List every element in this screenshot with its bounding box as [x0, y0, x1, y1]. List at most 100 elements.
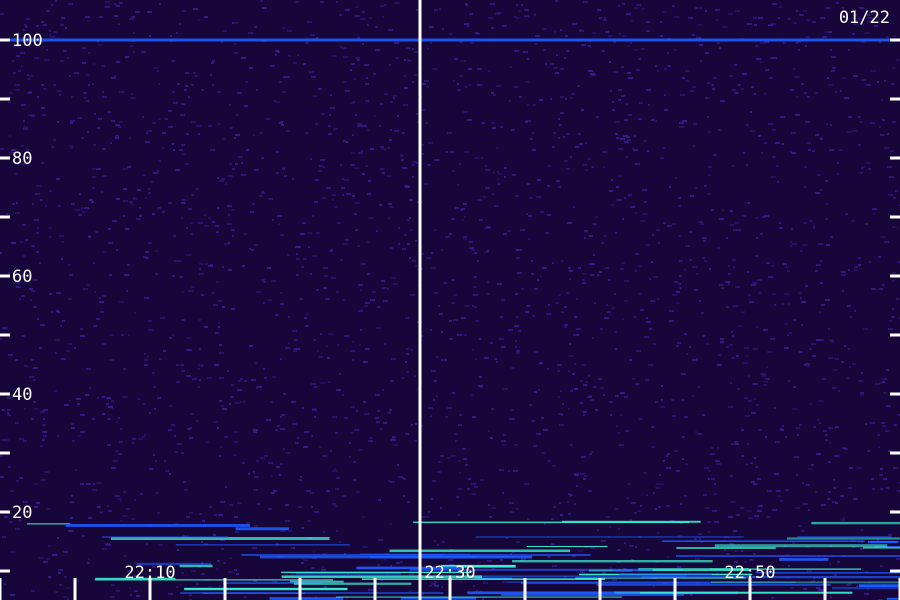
noise-speck: [616, 425, 618, 427]
noise-speck: [102, 175, 107, 177]
noise-speck: [145, 197, 147, 199]
y-tick-right: [890, 510, 900, 514]
noise-speck: [398, 243, 400, 245]
noise-speck: [742, 73, 747, 75]
noise-speck: [559, 424, 564, 426]
noise-speck: [686, 353, 688, 355]
noise-speck: [543, 429, 548, 431]
noise-speck: [431, 583, 436, 585]
noise-speck: [311, 383, 316, 385]
noise-speck: [323, 166, 325, 168]
noise-speck: [526, 120, 531, 122]
noise-speck: [624, 141, 629, 143]
noise-speck: [230, 396, 234, 398]
noise-speck: [825, 299, 830, 301]
noise-speck: [562, 403, 564, 405]
noise-speck: [736, 514, 740, 516]
noise-speck: [362, 173, 365, 175]
noise-speck: [465, 86, 467, 88]
noise-speck: [431, 252, 433, 254]
noise-speck: [240, 378, 243, 380]
noise-speck: [280, 416, 282, 418]
noise-speck: [807, 19, 811, 21]
noise-speck: [539, 362, 543, 364]
noise-speck: [222, 306, 225, 308]
noise-speck: [461, 219, 464, 221]
noise-speck: [464, 216, 466, 218]
noise-speck: [753, 483, 757, 485]
noise-speck: [544, 523, 546, 525]
noise-speck: [201, 541, 203, 543]
noise-speck: [324, 586, 327, 588]
noise-speck: [157, 397, 161, 399]
noise-speck: [388, 29, 393, 31]
noise-speck: [191, 84, 194, 86]
noise-speck: [305, 42, 309, 44]
noise-speck: [624, 119, 628, 121]
noise-speck: [803, 588, 807, 590]
noise-speck: [368, 180, 371, 182]
noise-speck: [537, 279, 539, 281]
noise-speck: [259, 132, 262, 134]
noise-speck: [564, 57, 566, 59]
noise-speck: [799, 424, 802, 426]
noise-speck: [820, 282, 823, 284]
noise-speck: [42, 410, 44, 412]
noise-speck: [663, 222, 666, 224]
noise-speck: [32, 203, 34, 205]
noise-speck: [621, 95, 625, 97]
noise-speck: [382, 16, 384, 18]
noise-speck: [764, 142, 767, 144]
noise-speck: [279, 474, 281, 476]
noise-speck: [254, 169, 259, 171]
noise-speck: [60, 24, 64, 26]
noise-speck: [237, 389, 242, 391]
noise-speck: [547, 214, 551, 216]
noise-speck: [444, 359, 447, 361]
noise-speck: [794, 22, 797, 24]
noise-speck: [241, 57, 246, 59]
noise-speck: [36, 502, 40, 504]
noise-speck: [352, 195, 355, 197]
noise-speck: [116, 421, 118, 423]
noise-speck: [432, 480, 436, 482]
noise-speck: [360, 18, 365, 20]
noise-speck: [91, 201, 94, 203]
noise-speck: [190, 427, 192, 429]
noise-speck: [207, 377, 212, 379]
noise-speck: [485, 187, 490, 189]
noise-speck: [185, 72, 189, 74]
noise-speck: [199, 268, 201, 270]
noise-speck: [282, 27, 285, 29]
noise-speck: [730, 501, 735, 503]
noise-speck: [24, 365, 28, 367]
noise-speck: [755, 466, 758, 468]
noise-speck: [669, 310, 674, 312]
noise-speck: [570, 390, 573, 392]
noise-speck: [583, 478, 586, 480]
noise-speck: [209, 506, 212, 508]
noise-speck: [264, 377, 267, 379]
noise-speck: [592, 337, 594, 339]
noise-speck: [794, 76, 799, 78]
noise-speck: [511, 367, 515, 369]
noise-speck: [679, 126, 684, 128]
noise-speck: [822, 378, 826, 380]
noise-speck: [570, 444, 573, 446]
noise-speck: [57, 121, 59, 123]
noise-speck: [235, 163, 238, 165]
noise-speck: [658, 506, 661, 508]
noise-speck: [21, 335, 25, 337]
noise-speck: [422, 83, 426, 85]
noise-speck: [203, 214, 206, 216]
noise-speck: [107, 111, 111, 113]
noise-speck: [711, 209, 714, 211]
noise-speck: [626, 13, 631, 15]
noise-speck: [83, 92, 87, 94]
noise-speck: [169, 473, 171, 475]
noise-speck: [271, 280, 276, 282]
noise-speck: [396, 562, 400, 564]
noise-speck: [784, 347, 789, 349]
noise-speck: [87, 562, 90, 564]
noise-speck: [357, 125, 362, 127]
